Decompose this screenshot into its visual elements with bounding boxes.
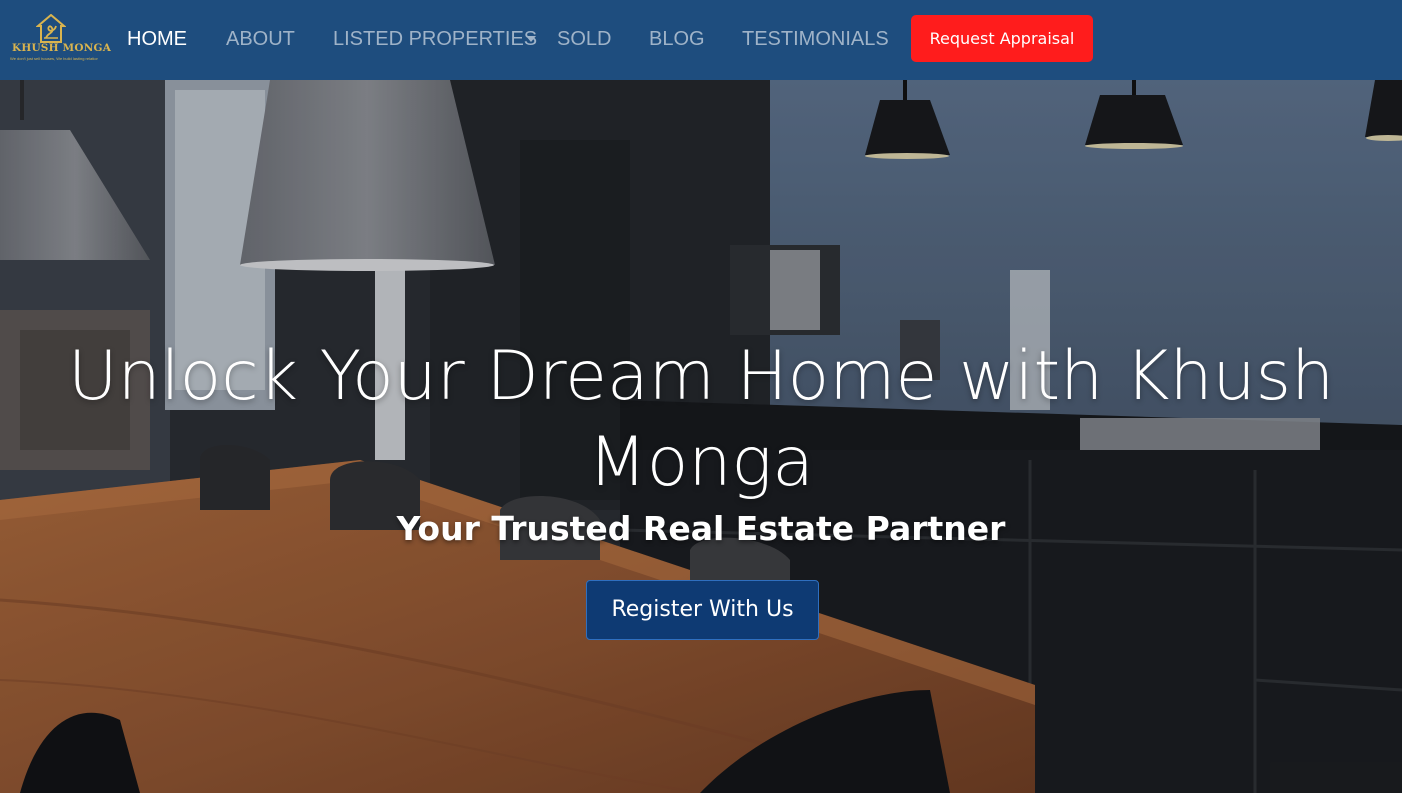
nav-home[interactable]: HOME <box>127 27 187 51</box>
nav-sold[interactable]: SOLD <box>557 27 611 51</box>
chevron-down-icon[interactable] <box>526 36 536 42</box>
register-button[interactable]: Register With Us <box>586 580 819 640</box>
nav-blog[interactable]: BLOG <box>649 27 705 51</box>
brand-name: KHUSH MONGA <box>12 42 112 54</box>
hero-title: Unlock Your Dream Home with Khush Monga <box>67 337 1335 502</box>
nav-listed-properties[interactable]: LISTED PROPERTIES <box>333 27 537 51</box>
nav-testimonials[interactable]: TESTIMONIALS <box>742 27 889 51</box>
request-appraisal-button[interactable]: Request Appraisal <box>911 15 1093 62</box>
house-logo-icon <box>36 14 66 43</box>
navbar: KHUSH MONGA We don't just sell houses, W… <box>0 0 1402 80</box>
hero-subtitle: Your Trusted Real Estate Partner <box>396 509 1006 548</box>
hero-section: Unlock Your Dream Home with Khush Monga … <box>0 80 1402 793</box>
nav-about[interactable]: ABOUT <box>226 27 295 51</box>
brand-tagline: We don't just sell houses, We build last… <box>10 56 98 61</box>
brand-logo[interactable]: KHUSH MONGA We don't just sell houses, W… <box>8 12 112 66</box>
